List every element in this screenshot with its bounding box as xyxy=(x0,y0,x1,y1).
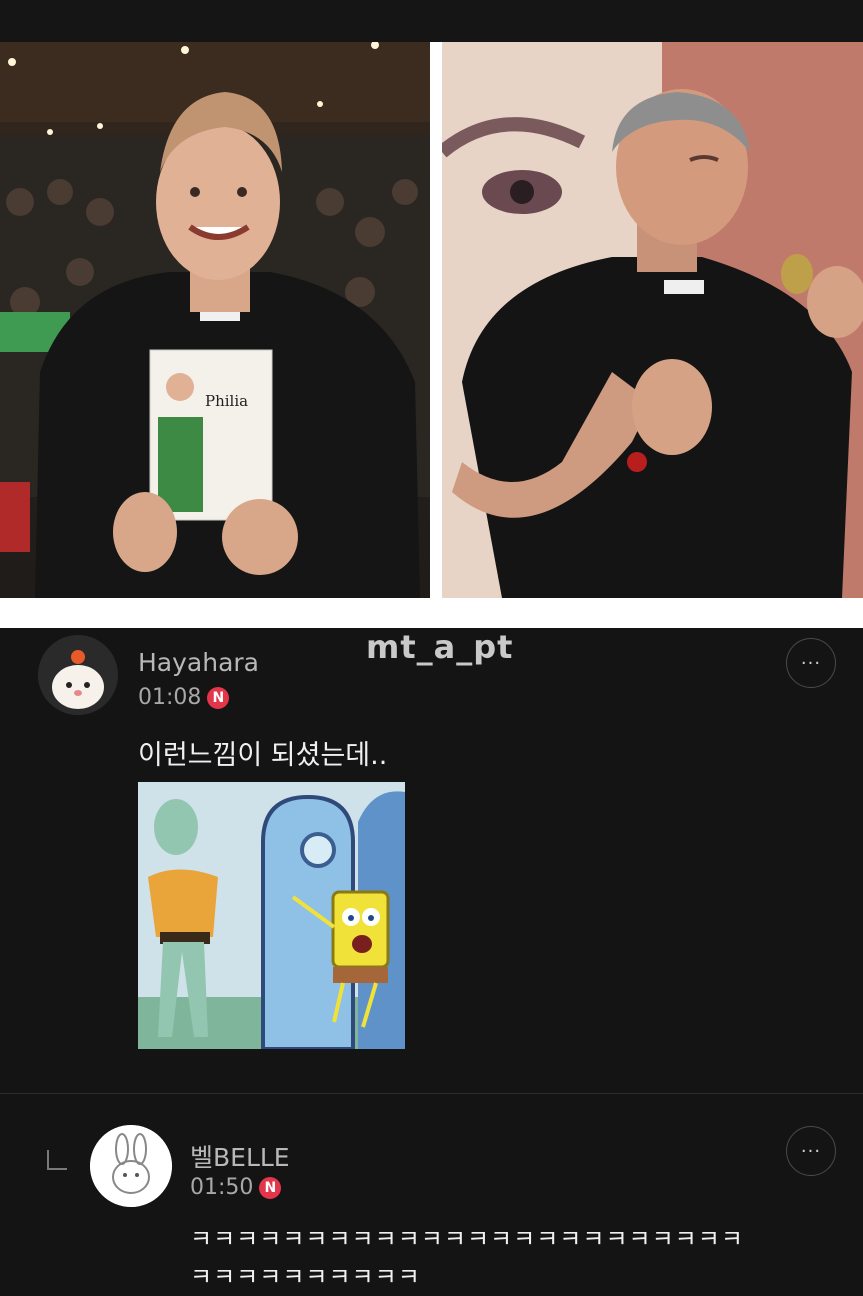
cartoon-meme-illustration xyxy=(138,782,405,1049)
avatar[interactable] xyxy=(90,1125,172,1207)
reply-username[interactable]: 벨BELLE xyxy=(190,1138,290,1174)
top-bar xyxy=(0,0,863,42)
comment-meta: 01:08 N xyxy=(138,685,230,710)
photo-priest-singing xyxy=(442,42,863,598)
comment-time: 01:08 xyxy=(138,685,202,710)
book-title: Philia xyxy=(205,392,248,410)
reply-text: ㅋㅋㅋㅋㅋㅋㅋㅋㅋㅋㅋㅋㅋㅋㅋㅋㅋㅋㅋㅋㅋㅋㅋㅋ ㅋㅋㅋㅋㅋㅋㅋㅋㅋㅋ xyxy=(190,1220,744,1296)
reply-text-line-2: ㅋㅋㅋㅋㅋㅋㅋㅋㅋㅋ xyxy=(190,1263,421,1291)
reply-indicator-icon xyxy=(47,1150,67,1170)
more-icon: ··· xyxy=(800,1140,822,1162)
more-options-button[interactable]: ··· xyxy=(786,638,836,688)
new-badge: N xyxy=(259,1176,282,1199)
comment-divider xyxy=(0,1093,863,1094)
more-icon: ··· xyxy=(800,652,822,674)
comment-text: 이런느낌이 되셨는데.. xyxy=(138,740,388,771)
watermark: mt_a_pt xyxy=(366,628,514,666)
comment-attached-image[interactable] xyxy=(138,782,405,1049)
post-image-collage[interactable]: Philia xyxy=(0,42,863,598)
photo-left-illustration: Philia xyxy=(0,42,430,598)
new-badge: N xyxy=(207,686,230,709)
photo-priest-with-book: Philia xyxy=(0,42,430,598)
bunny-avatar-icon xyxy=(90,1125,172,1207)
reply-time: 01:50 xyxy=(190,1175,254,1200)
image-bottom-margin xyxy=(0,598,863,628)
more-options-button[interactable]: ··· xyxy=(786,1126,836,1176)
reply-text-line-1: ㅋㅋㅋㅋㅋㅋㅋㅋㅋㅋㅋㅋㅋㅋㅋㅋㅋㅋㅋㅋㅋㅋㅋㅋ xyxy=(190,1225,744,1253)
hamster-avatar-icon xyxy=(38,635,118,715)
photo-right-illustration xyxy=(442,42,863,598)
comment-username[interactable]: Hayahara xyxy=(138,648,259,677)
avatar[interactable] xyxy=(38,635,118,715)
reply-meta: 01:50 N xyxy=(190,1175,282,1200)
